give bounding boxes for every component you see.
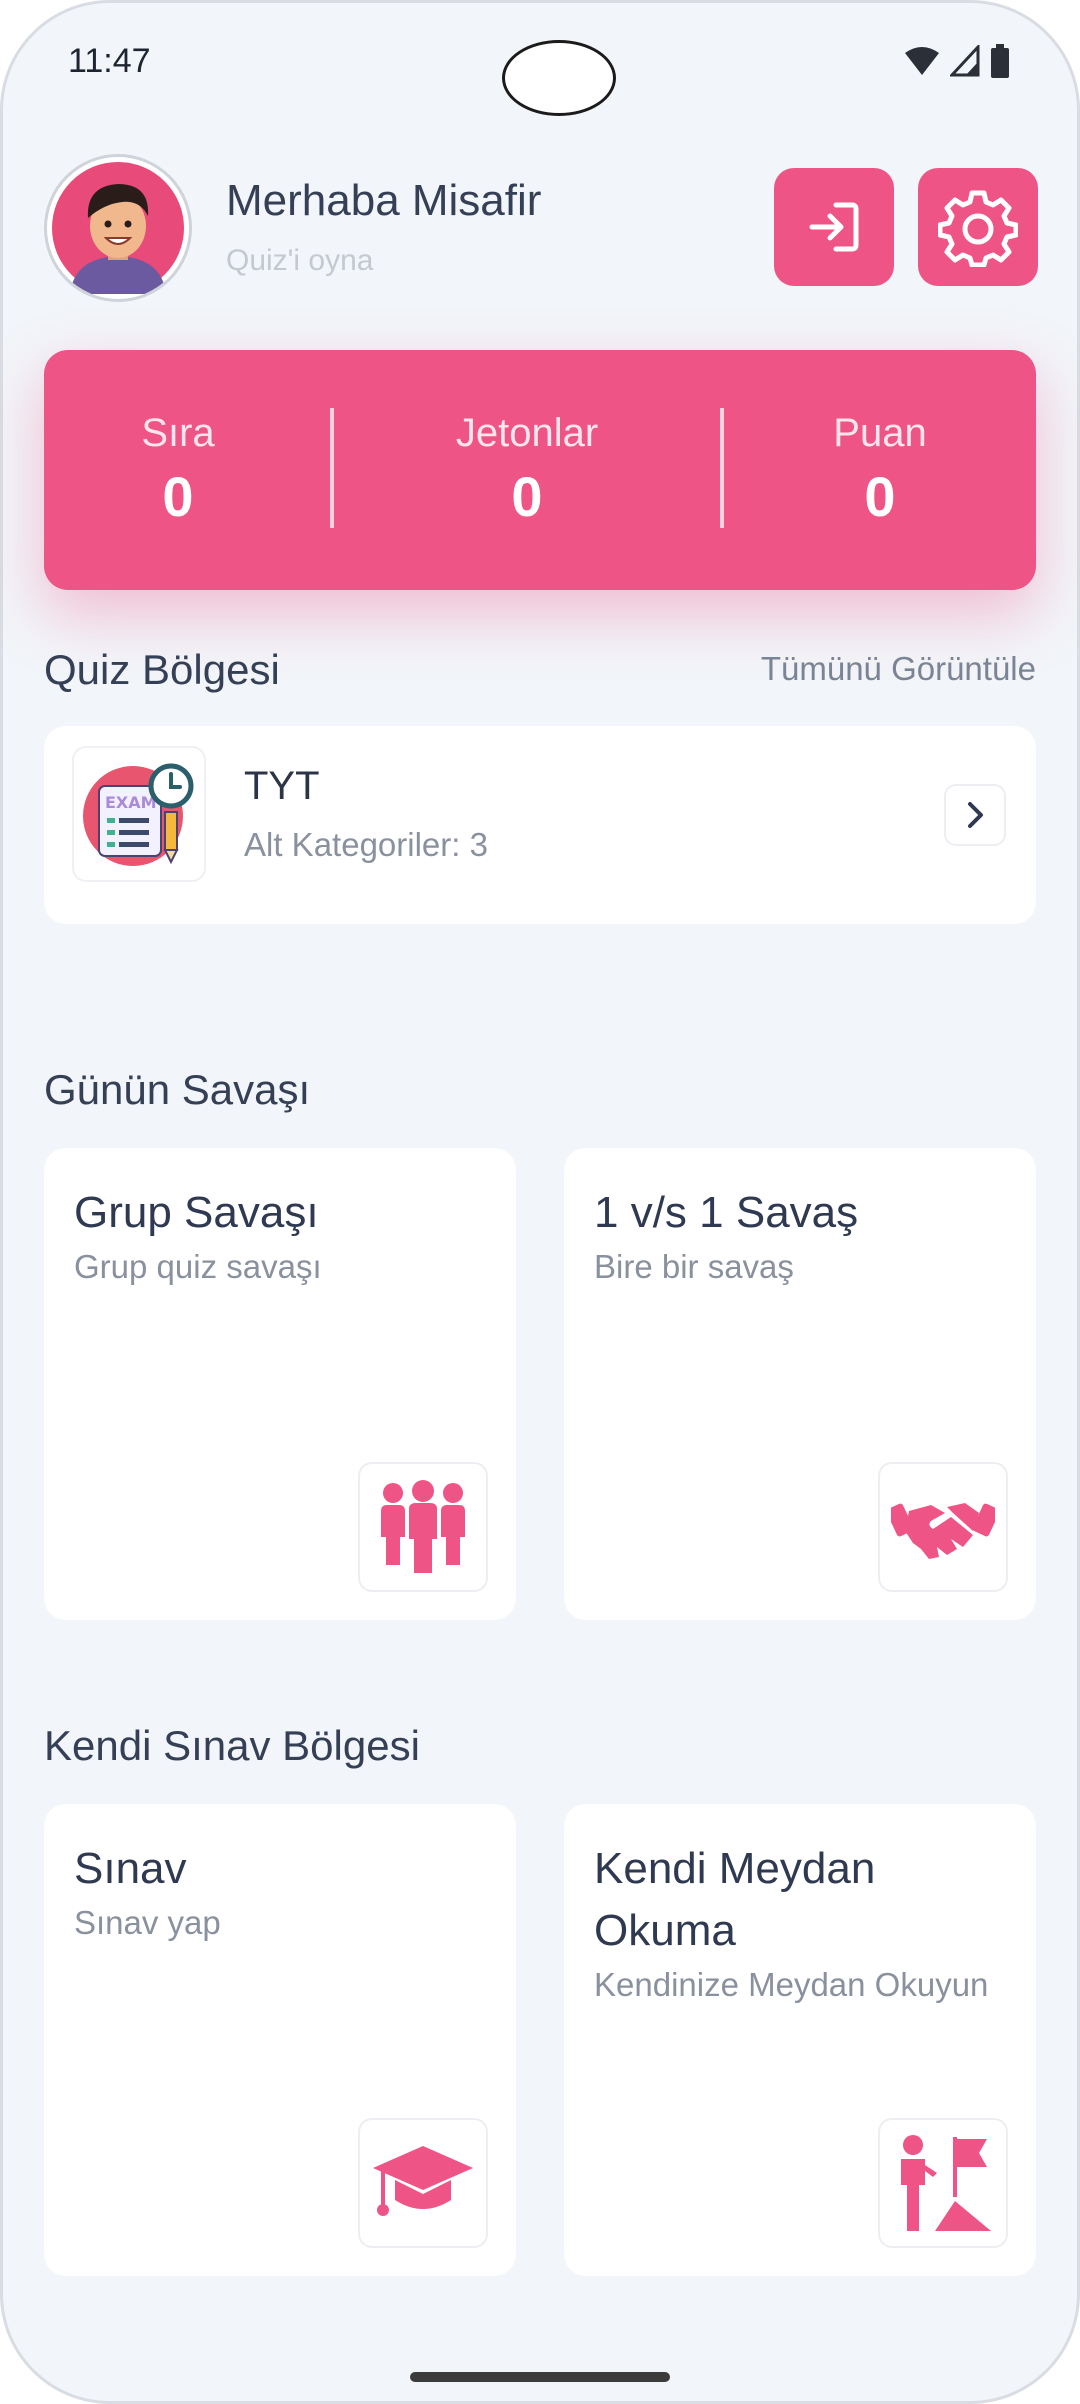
group-battle-card[interactable]: Grup Savaşı Grup quiz savaşı — [44, 1148, 516, 1620]
self-exam-zone-title: Kendi Sınav Bölgesi — [44, 1722, 420, 1769]
self-challenge-subtitle: Kendinize Meydan Okuyun — [594, 1966, 989, 2003]
stats-card: Sıra 0 Jetonlar 0 Puan 0 — [44, 350, 1036, 590]
avatar-illustration — [52, 162, 184, 294]
exam-card[interactable]: Sınav Sınav yap — [44, 1804, 516, 2276]
stat-score-label: Puan — [833, 411, 927, 455]
self-challenge-title: Kendi Meydan Okuma — [594, 1844, 876, 1955]
gear-icon — [938, 190, 1018, 267]
login-button[interactable] — [774, 168, 894, 286]
group-battle-title: Grup Savaşı — [74, 1188, 319, 1237]
daily-battle-title: Günün Savaşı — [44, 1066, 311, 1113]
stat-score: Puan 0 — [724, 350, 1036, 590]
avatar[interactable] — [44, 154, 192, 302]
exam-icon-box — [358, 2118, 488, 2248]
exam-thumb-text: EXAM — [105, 793, 157, 812]
stat-score-value: 0 — [864, 465, 896, 528]
home-indicator[interactable] — [410, 2372, 670, 2382]
quiz-category-card[interactable]: EXAM TYT Alt Kategoriler: 3 — [44, 726, 1036, 924]
one-vs-one-battle-title: 1 v/s 1 Savaş — [594, 1188, 859, 1237]
quiz-zone-title: Quiz Bölgesi — [44, 646, 280, 693]
exam-card-title: Sınav — [74, 1844, 187, 1893]
group-battle-icon-box — [358, 1462, 488, 1592]
self-challenge-icon-box — [878, 2118, 1008, 2248]
status-icons — [904, 44, 1010, 78]
quiz-item-title: TYT — [244, 764, 320, 808]
phone-screen: 11:47 Merhaba Misafir Quiz'i oyna Sıra 0… — [0, 0, 1080, 2404]
wifi-icon — [905, 47, 939, 75]
exam-card-subtitle: Sınav yap — [74, 1904, 221, 1941]
stat-coins: Jetonlar 0 — [334, 350, 720, 590]
group-battle-subtitle: Grup quiz savaşı — [74, 1248, 322, 1285]
open-category-button[interactable] — [944, 784, 1006, 846]
front-camera — [502, 40, 616, 116]
one-vs-one-battle-card[interactable]: 1 v/s 1 Savaş Bire bir savaş — [564, 1148, 1036, 1620]
stat-rank: Sıra 0 — [44, 350, 312, 590]
graduation-cap-icon — [373, 2146, 473, 2216]
view-all-link[interactable]: Tümünü Görüntüle — [761, 650, 1036, 688]
greeting-title: Merhaba Misafir — [226, 176, 542, 225]
status-time: 11:47 — [68, 42, 151, 80]
challenge-flag-icon — [901, 2135, 991, 2231]
chevron-right-icon — [968, 802, 983, 828]
group-icon — [381, 1480, 465, 1573]
greeting-subtitle: Quiz'i oyna — [226, 244, 374, 277]
stat-coins-value: 0 — [511, 465, 543, 528]
settings-button[interactable] — [918, 168, 1038, 286]
battery-icon — [991, 44, 1009, 78]
login-icon — [809, 202, 859, 252]
stat-rank-value: 0 — [162, 465, 194, 528]
handshake-icon — [891, 1503, 995, 1559]
exam-thumbnail: EXAM — [72, 746, 206, 882]
stat-coins-label: Jetonlar — [455, 411, 599, 455]
exam-icon: EXAM — [83, 763, 194, 866]
one-vs-one-icon-box — [878, 1462, 1008, 1592]
quiz-item-subtitle: Alt Kategoriler: 3 — [244, 826, 488, 863]
one-vs-one-battle-subtitle: Bire bir savaş — [594, 1248, 794, 1285]
signal-icon — [950, 45, 980, 77]
self-challenge-card[interactable]: Kendi Meydan Okuma Kendinize Meydan Okuy… — [564, 1804, 1036, 2276]
stat-rank-label: Sıra — [141, 411, 215, 455]
